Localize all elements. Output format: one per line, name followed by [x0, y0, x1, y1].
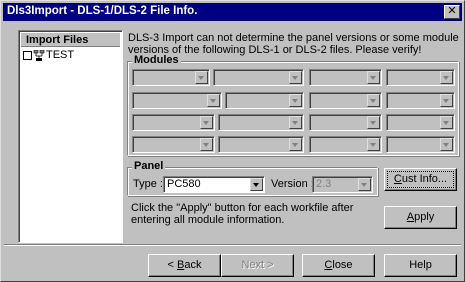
title-bar[interactable]: Dls3Import - DLS-1/DLS-2 File Info. ✕	[3, 3, 462, 21]
panel-version-select[interactable]: 2.3	[312, 176, 373, 193]
chevron-down-icon	[367, 94, 380, 107]
panel-type-select[interactable]: PC580	[163, 176, 265, 193]
chevron-down-icon	[440, 71, 453, 84]
chevron-down-icon	[367, 116, 380, 129]
chevron-down-icon	[367, 71, 380, 84]
module-select-1-4[interactable]	[386, 69, 455, 86]
version-label: Version :	[271, 178, 314, 190]
module-select-4-1[interactable]	[132, 136, 215, 153]
chevron-down-icon	[200, 116, 213, 129]
next-button[interactable]: Next >	[221, 254, 294, 277]
dialog-window: Dls3Import - DLS-1/DLS-2 File Info. ✕ Im…	[0, 0, 465, 282]
module-select-1-2[interactable]	[213, 69, 304, 86]
module-select-2-3[interactable]	[309, 92, 382, 109]
module-select-4-4[interactable]	[386, 136, 455, 153]
chevron-down-icon	[250, 178, 263, 191]
module-select-3-2[interactable]	[218, 114, 304, 131]
file-name: TEST	[46, 49, 75, 62]
separator	[4, 244, 461, 246]
module-select-2-2[interactable]	[225, 92, 304, 109]
type-label: Type :	[133, 178, 163, 190]
chevron-down-icon	[440, 138, 453, 151]
module-select-3-3[interactable]	[309, 114, 382, 131]
module-select-3-4[interactable]	[386, 114, 455, 131]
chevron-down-icon	[358, 178, 371, 191]
help-button[interactable]: Help	[384, 254, 457, 277]
close-button[interactable]: Close	[302, 254, 375, 277]
window-title: Dls3Import - DLS-1/DLS-2 File Info.	[7, 5, 198, 17]
panel-type-value: PC580	[167, 178, 201, 190]
panel-label: Panel	[132, 160, 166, 172]
list-item[interactable]: TEST	[23, 49, 74, 62]
chevron-down-icon	[195, 71, 208, 84]
module-select-3-1[interactable]	[132, 114, 215, 131]
chevron-down-icon	[440, 116, 453, 129]
chevron-down-icon	[289, 71, 302, 84]
chevron-down-icon	[289, 116, 302, 129]
module-select-4-2[interactable]	[218, 136, 304, 153]
module-select-2-1[interactable]	[132, 92, 222, 109]
chevron-down-icon	[289, 138, 302, 151]
close-icon: ✕	[447, 5, 457, 17]
import-files-list[interactable]: Import Files TEST	[18, 30, 123, 243]
panel-version-value: 2.3	[316, 178, 332, 190]
chevron-down-icon	[200, 138, 213, 151]
file-checkbox[interactable]	[23, 50, 32, 60]
chevron-down-icon	[289, 94, 302, 107]
module-select-2-4[interactable]	[386, 92, 455, 109]
chevron-down-icon	[207, 94, 220, 107]
module-select-1-3[interactable]	[309, 69, 382, 86]
modules-label: Modules	[132, 54, 181, 66]
apply-button[interactable]: Apply	[384, 206, 457, 229]
chevron-down-icon	[440, 94, 453, 107]
cust-info-button[interactable]: Cust Info...	[384, 168, 457, 191]
back-button[interactable]: < Back	[148, 254, 221, 277]
import-files-header: Import Files	[21, 33, 120, 47]
apply-hint: Click the "Apply" button for each workfi…	[131, 202, 354, 226]
close-window-button[interactable]: ✕	[444, 5, 460, 19]
verify-message: DLS-3 Import can not determine the panel…	[128, 32, 459, 56]
module-select-4-3[interactable]	[309, 136, 382, 153]
network-icon	[33, 49, 45, 61]
chevron-down-icon	[367, 138, 380, 151]
module-select-1-1[interactable]	[132, 69, 210, 86]
